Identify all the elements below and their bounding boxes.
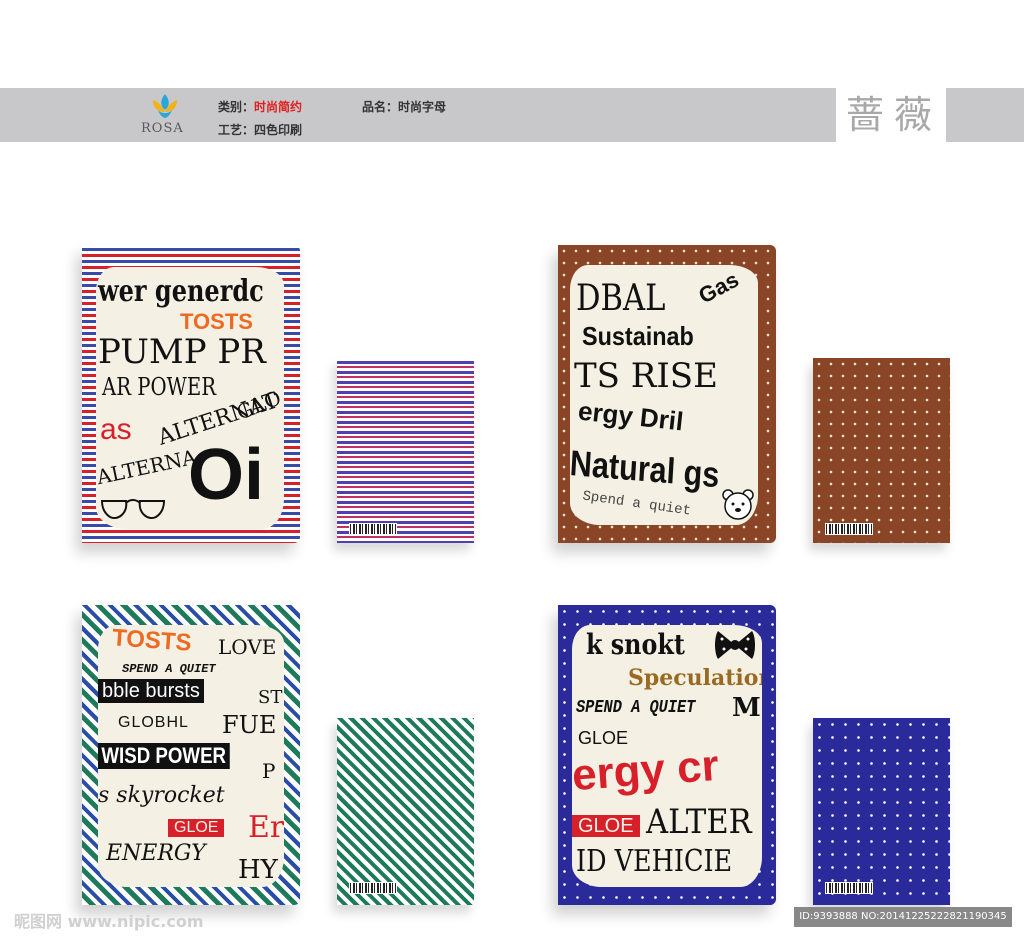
word: SPEND A QUIET [122,662,216,676]
bow-icon [715,631,755,659]
word: Er [248,810,284,845]
word: ALTERNA [96,444,199,490]
word: ergy cr [572,740,721,801]
word: GLO [233,385,284,425]
word: Natural gs [570,442,721,496]
word: DBAL [576,278,666,319]
notebook-1-front-cover: wer generdc TOSTS PUMP PR AR POWER ALTER… [82,245,300,543]
word: TS RISE [574,356,718,396]
word: Speculation [628,665,762,691]
notebook-3-back-cover [337,718,474,905]
word: PUMP PR [98,332,266,372]
word: AR POWER [102,373,217,401]
word: SPEND A QUIET [576,698,696,718]
word: GLOE [572,815,640,837]
sunglasses-icon [100,499,166,519]
word: as [100,413,132,446]
notebook-2-text-panel: DBAL Gas Sustainab TS RISE ergy Dril Nat… [570,265,758,525]
barcode [349,523,397,535]
word: wer generdc [98,274,264,309]
word: ALTER [646,802,752,842]
word: LOVE [218,635,277,659]
word: Sustainab [582,321,694,351]
brand-name: 蔷薇 [846,93,943,137]
word: GLOBHL [118,714,189,731]
word: ST [258,687,283,708]
product-label: 品名： [362,100,399,114]
notebook-2-back-cover [813,358,950,543]
notebook-1-back-cover [337,358,474,543]
word: GLOE [168,819,225,837]
craft-label: 工艺： [218,123,255,137]
word: P [262,759,276,783]
word: Spend a quiet [581,488,692,520]
word: Oi [188,435,265,515]
bear-face-icon [722,489,754,520]
barcode [349,882,397,894]
watermark-id: ID:9393888 NO:20141225222821190345 [794,907,1012,927]
notebook-4-back-cover [813,718,950,905]
word: HY [238,855,278,885]
barcode [825,523,873,535]
product-value: 时尚字母 [398,100,447,114]
word: bble bursts [98,679,204,703]
category-value: 时尚简约 [254,100,303,114]
notebook-4-front-cover: k snokt Speculation SPEND A QUIET M GLOE… [558,605,776,905]
craft-value: 四色印刷 [254,123,303,137]
notebook-3-text-panel: TOSTS LOVE SPEND A QUIET bble bursts ST … [98,625,284,887]
product-row: 品名：时尚字母 [362,98,446,115]
logo-wordmark: ROSA [141,121,184,136]
word: k snokt [586,628,685,661]
word: ID VEHICIE [576,844,733,879]
word: ergy Dril [576,395,685,437]
word: M [732,693,761,723]
barcode [825,882,873,894]
word: GLOE [578,728,629,748]
word: FUE [222,711,277,739]
word: TOSTS [180,309,253,334]
word: WISD POWER [98,743,230,769]
notebook-4-text-panel: k snokt Speculation SPEND A QUIET M GLOE… [572,625,762,887]
word: ENERGY [106,841,206,866]
watermark-left: 昵图网 www.nipic.com [14,912,204,931]
notebook-3-front-cover: TOSTS LOVE SPEND A QUIET bble bursts ST … [82,605,300,905]
notebook-2-front-cover: DBAL Gas Sustainab TS RISE ergy Dril Nat… [558,245,776,543]
category-label: 类别： [218,100,255,114]
word: s skyrocket [98,783,225,808]
word: Gas [694,266,743,309]
craft-row: 工艺：四色印刷 [218,121,302,138]
word: TOSTS [111,625,193,657]
notebook-1-text-panel: wer generdc TOSTS PUMP PR AR POWER ALTER… [96,267,284,529]
category-row: 类别：时尚简约 [218,98,302,115]
